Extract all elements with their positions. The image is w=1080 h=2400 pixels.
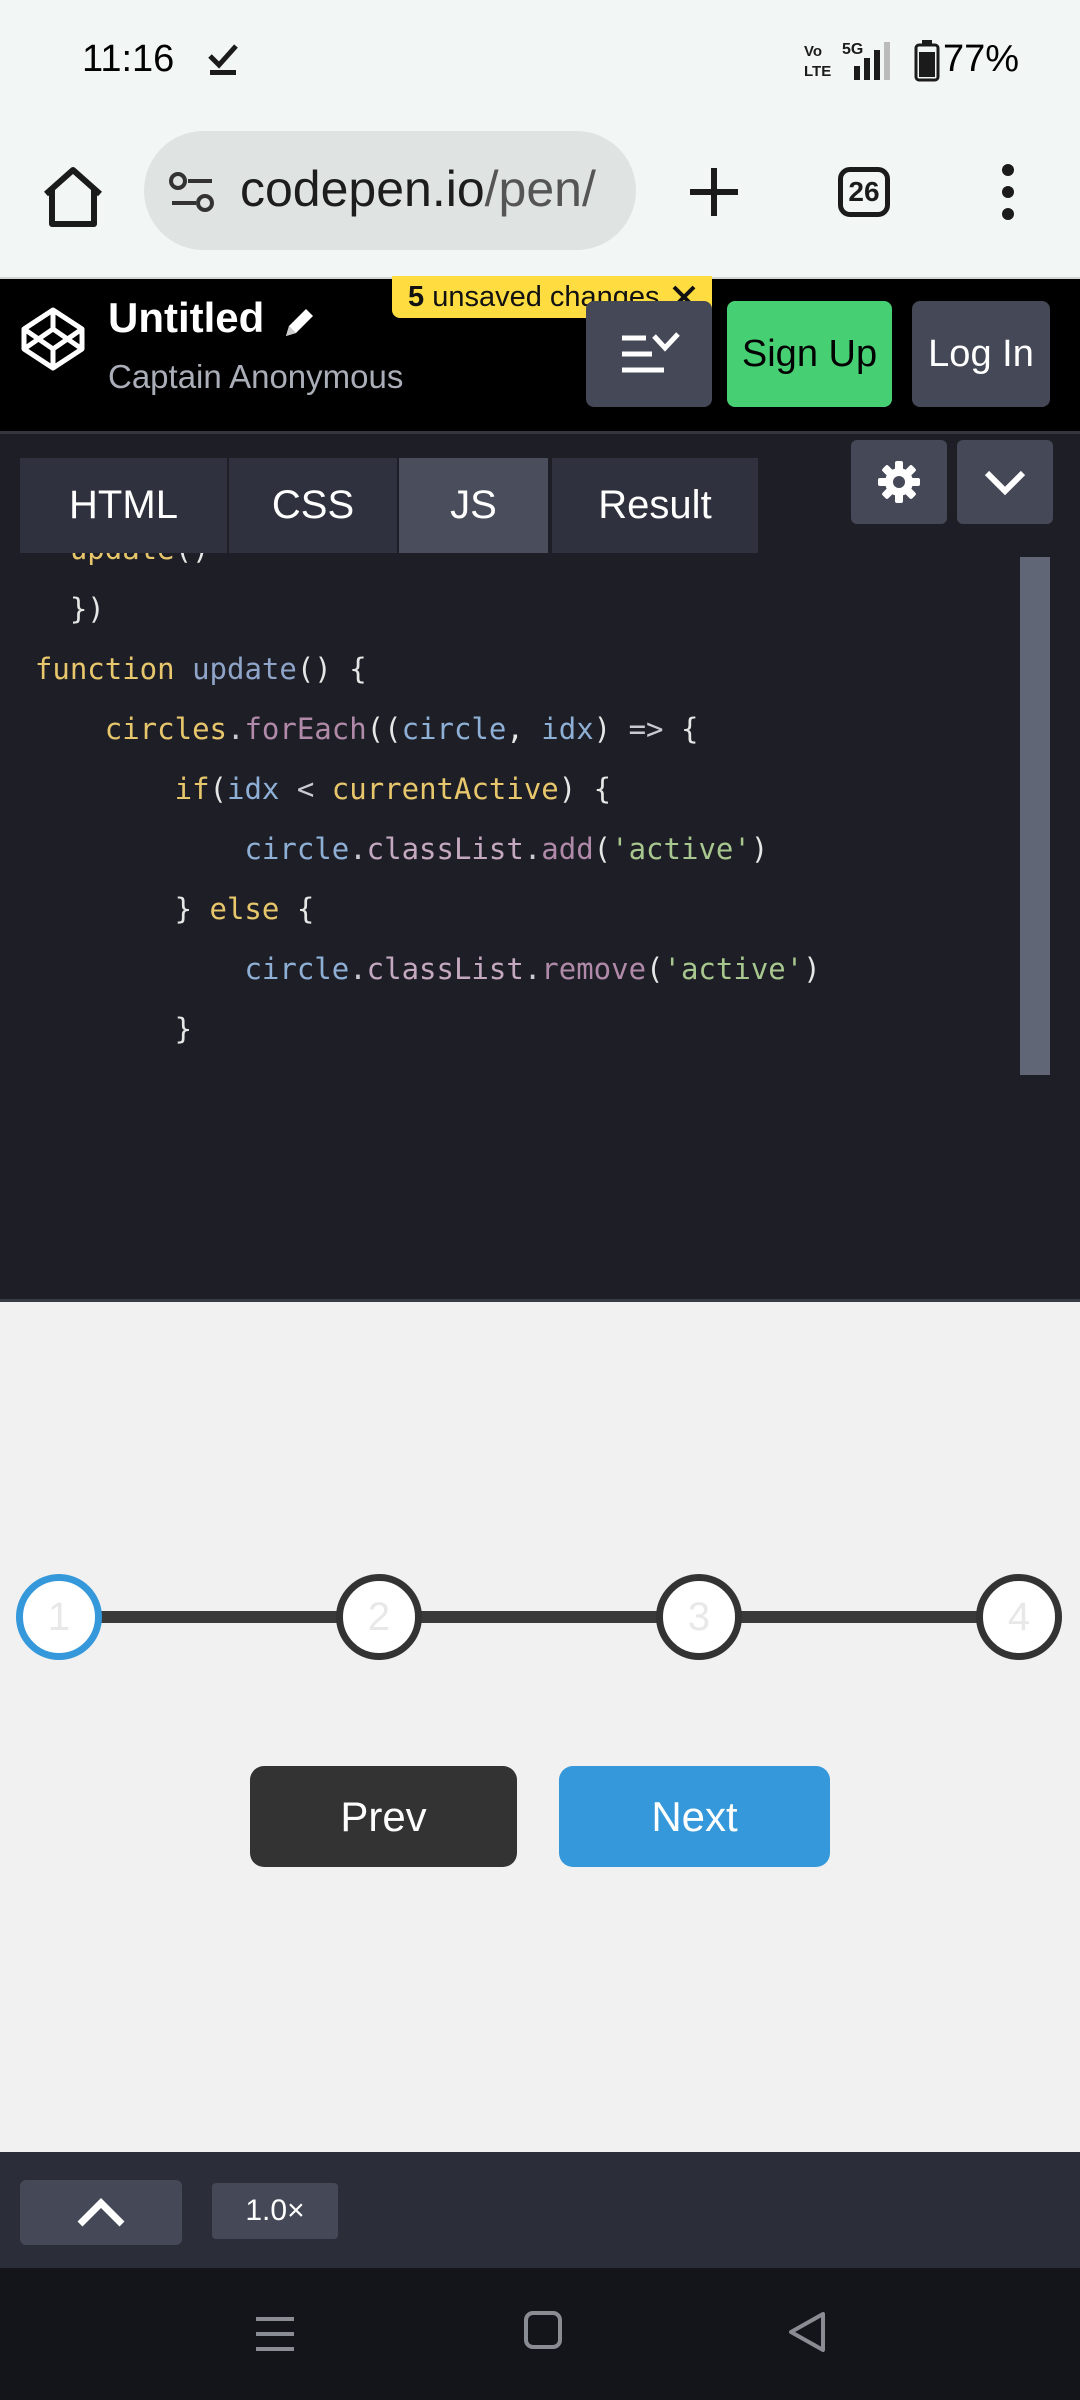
code-line: } else { (0, 892, 315, 926)
next-button[interactable]: Next (559, 1766, 830, 1867)
expand-console-button[interactable] (20, 2180, 182, 2245)
more-options-icon[interactable] (990, 160, 1026, 224)
site-settings-icon[interactable] (168, 170, 216, 214)
sign-up-button[interactable]: Sign Up (727, 301, 892, 407)
unsaved-count: 5 (408, 280, 425, 313)
code-line: update() (0, 553, 210, 579)
gear-icon (878, 461, 920, 503)
step-circle-2: 2 (336, 1574, 422, 1660)
svg-text:LTE: LTE (804, 63, 831, 80)
code-line: if(idx < currentActive) { (174, 772, 612, 806)
codepen-logo-icon[interactable] (20, 306, 86, 372)
pen-title[interactable]: Untitled (108, 294, 264, 342)
code-line: circle.classList.remove('active') (244, 952, 821, 986)
svg-text:Vo: Vo (804, 43, 822, 60)
pen-author: Captain Anonymous (108, 358, 404, 395)
zoom-level-button[interactable]: 1.0× (212, 2183, 338, 2239)
code-line: circles.forEach((circle, idx) => { (104, 712, 699, 746)
progress-line (60, 1611, 1020, 1623)
step-circle-1: 1 (16, 1574, 102, 1660)
code-line: function update() { (34, 652, 367, 686)
recent-apps-icon[interactable] (254, 2313, 296, 2355)
svg-text:5G: 5G (842, 41, 863, 58)
battery-icon (914, 40, 940, 82)
tab-js[interactable]: JS (399, 458, 548, 553)
editor-collapse-button[interactable] (957, 440, 1053, 524)
tab-switcher-button[interactable]: 26 (838, 167, 890, 217)
log-in-button[interactable]: Log In (912, 301, 1050, 407)
status-time: 11:16 (82, 38, 175, 80)
new-tab-icon[interactable] (682, 160, 746, 224)
download-done-icon (208, 44, 238, 75)
edit-pencil-icon[interactable] (280, 304, 318, 342)
code-line: circle.classList.add('active') (244, 832, 769, 866)
tab-html[interactable]: HTML (20, 458, 227, 553)
step-circle-3: 3 (656, 1574, 742, 1660)
chevron-down-icon (984, 470, 1026, 496)
tab-result[interactable]: Result (552, 458, 758, 553)
editor-settings-button[interactable] (851, 440, 947, 524)
layout-icon (622, 332, 680, 373)
code-line: } (0, 1012, 193, 1046)
change-view-button[interactable] (586, 301, 712, 407)
editor-scrollbar[interactable] (1020, 557, 1050, 1075)
url-text[interactable]: codepen.io/pen/ (240, 160, 596, 218)
result-preview (0, 1299, 1080, 2152)
tab-css[interactable]: CSS (229, 458, 397, 553)
chevron-up-icon (77, 2197, 125, 2226)
home-icon[interactable] (38, 162, 108, 232)
back-icon[interactable] (787, 2310, 827, 2354)
step-circle-4: 4 (976, 1574, 1062, 1660)
code-line: }) (0, 592, 105, 626)
code-content[interactable]: update() }) function update() { circles.… (0, 553, 1000, 1299)
nav-home-icon[interactable] (523, 2310, 563, 2350)
prev-button[interactable]: Prev (250, 1766, 517, 1867)
battery-percent: 77% (943, 38, 1020, 80)
tab-count: 26 (848, 176, 880, 207)
signal-icon: Vo LTE 5G (804, 41, 890, 80)
